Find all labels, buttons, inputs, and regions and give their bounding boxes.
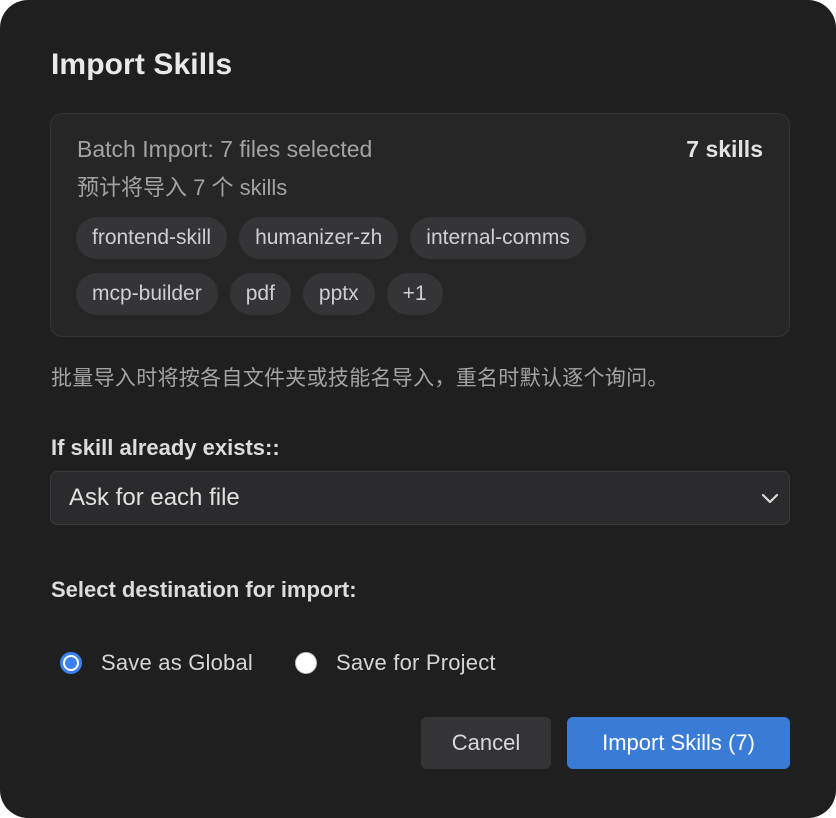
skill-chip-row: mcp-builder pdf pptx +1 xyxy=(76,273,776,315)
exists-select-value: Ask for each file xyxy=(69,484,240,511)
import-skills-button[interactable]: Import Skills (7) xyxy=(567,717,790,769)
skills-count-badge: 7 skills xyxy=(686,136,763,162)
radio-save-global[interactable]: Save as Global xyxy=(60,650,253,676)
dialog-title: Import Skills xyxy=(51,48,233,81)
skill-chip-row: frontend-skill humanizer-zh internal-com… xyxy=(76,217,776,259)
chevron-down-icon xyxy=(761,493,779,504)
batch-estimate-text: 预计将导入 7 个 skills xyxy=(77,175,288,200)
more-skills-chip[interactable]: +1 xyxy=(386,273,443,315)
skill-chip: pptx xyxy=(302,273,375,315)
skill-chip: humanizer-zh xyxy=(239,217,399,259)
exists-label: If skill already exists:: xyxy=(51,435,280,460)
import-note: 批量导入时将按各自文件夹或技能名导入，重名时默认逐个询问。 xyxy=(51,367,669,390)
radio-label-project: Save for Project xyxy=(336,650,496,675)
radio-save-project[interactable]: Save for Project xyxy=(295,650,496,676)
import-skills-dialog: Import Skills Batch Import: 7 files sele… xyxy=(0,0,836,818)
radio-button-unchecked[interactable] xyxy=(295,652,317,674)
batch-summary-text: Batch Import: 7 files selected xyxy=(77,136,373,162)
skill-chip: pdf xyxy=(229,273,291,315)
skill-chip-list: frontend-skill humanizer-zh internal-com… xyxy=(76,217,776,329)
destination-label: Select destination for import: xyxy=(51,577,357,602)
skill-chip: mcp-builder xyxy=(76,273,218,315)
cancel-button[interactable]: Cancel xyxy=(421,717,551,769)
radio-button-checked[interactable] xyxy=(60,652,82,674)
skill-chip: internal-comms xyxy=(410,217,586,259)
radio-label-global: Save as Global xyxy=(101,650,253,675)
batch-import-summary: Batch Import: 7 files selected 预计将导入 7 个… xyxy=(50,113,790,337)
exists-select[interactable]: Ask for each file xyxy=(50,471,790,525)
skill-chip: frontend-skill xyxy=(76,217,228,259)
destination-radio-group: Save as Global Save for Project xyxy=(60,650,538,676)
